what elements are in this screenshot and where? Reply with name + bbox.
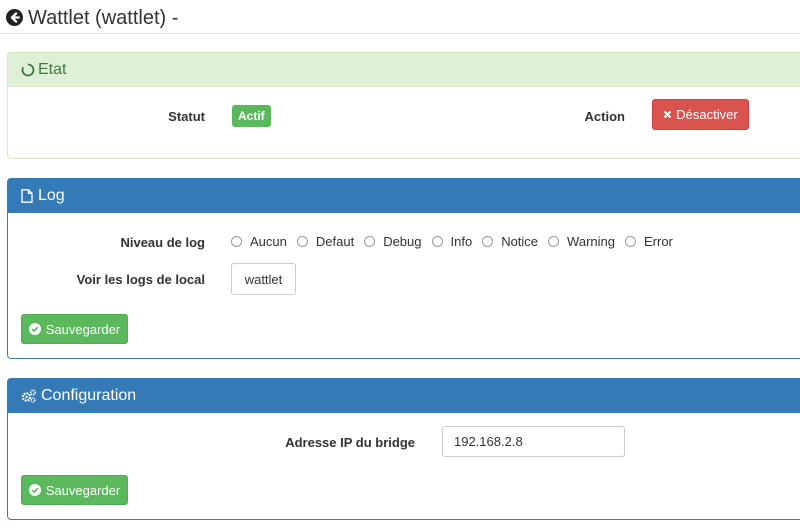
radio-warning[interactable]: Warning bbox=[548, 234, 615, 249]
gears-icon bbox=[21, 389, 37, 403]
refresh-circle-icon bbox=[21, 63, 35, 77]
desactiver-button[interactable]: Désactiver bbox=[652, 99, 749, 130]
radio-circle[interactable] bbox=[296, 236, 308, 247]
radio-info[interactable]: Info bbox=[431, 234, 472, 249]
view-logs-label: Voir les logs de local bbox=[76, 272, 205, 287]
statut-label: Statut bbox=[168, 109, 205, 124]
file-icon bbox=[21, 189, 33, 203]
config-panel-heading: Configuration bbox=[8, 379, 800, 413]
log-title: Log bbox=[38, 187, 65, 204]
check-circle-icon bbox=[28, 323, 41, 335]
arrow-circle-left-icon[interactable] bbox=[6, 9, 23, 26]
radio-notice[interactable]: Notice bbox=[482, 234, 538, 249]
page-header: Wattlet (wattlet) - bbox=[0, 0, 800, 34]
radio-circle[interactable] bbox=[231, 236, 242, 247]
log-level-label: Niveau de log bbox=[120, 235, 205, 250]
radio-circle[interactable] bbox=[624, 236, 636, 247]
etat-panel: Etat Statut Actif Action Désactiver bbox=[7, 52, 800, 159]
bridge-ip-input[interactable]: 192.168.2.8 bbox=[442, 426, 625, 457]
etat-panel-heading: Etat bbox=[8, 53, 800, 87]
log-level-radio-group: Aucun Defaut Debug Info Notice Warning E… bbox=[231, 234, 683, 249]
radio-debug[interactable]: Debug bbox=[364, 234, 422, 249]
log-save-button[interactable]: Sauvegarder bbox=[21, 314, 128, 344]
desactiver-label: Désactiver bbox=[676, 107, 738, 122]
radio-circle[interactable] bbox=[364, 236, 376, 247]
page-title: Wattlet (wattlet) - bbox=[28, 7, 179, 29]
check-circle-icon bbox=[28, 484, 41, 496]
log-save-label: Sauvegarder bbox=[45, 321, 121, 337]
log-panel: Log Niveau de log Aucun Defaut Debug Inf… bbox=[7, 178, 800, 359]
view-logs-button[interactable]: wattlet bbox=[231, 263, 296, 295]
radio-circle[interactable] bbox=[548, 236, 560, 247]
config-panel: Configuration Adresse IP du bridge 192.1… bbox=[7, 378, 800, 520]
config-title: Configuration bbox=[41, 387, 137, 404]
config-save-button[interactable]: Sauvegarder bbox=[21, 475, 128, 505]
action-label: Action bbox=[584, 109, 625, 124]
config-save-label: Sauvegarder bbox=[45, 482, 121, 498]
status-badge: Actif bbox=[232, 105, 271, 127]
radio-aucun[interactable]: Aucun bbox=[231, 234, 287, 249]
bridge-ip-label: Adresse IP du bridge bbox=[285, 435, 415, 450]
etat-title: Etat bbox=[38, 61, 67, 78]
radio-defaut[interactable]: Defaut bbox=[296, 234, 354, 249]
radio-error[interactable]: Error bbox=[624, 234, 673, 249]
close-icon bbox=[664, 110, 672, 119]
log-panel-heading: Log bbox=[8, 179, 800, 213]
radio-circle[interactable] bbox=[482, 236, 494, 247]
radio-circle[interactable] bbox=[431, 236, 443, 247]
